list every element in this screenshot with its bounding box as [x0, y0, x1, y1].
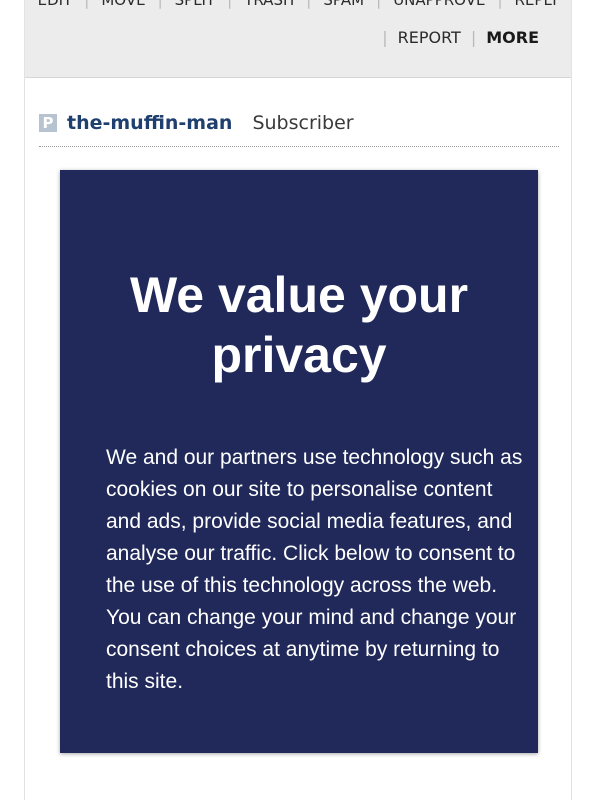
trash-link[interactable]: TRASH: [232, 0, 306, 9]
privacy-dialog-body: We and our partners use technology such …: [106, 446, 523, 693]
author-role: Subscriber: [252, 112, 354, 134]
separator: |: [470, 28, 477, 47]
report-link[interactable]: REPORT: [398, 28, 461, 47]
more-link[interactable]: MORE: [486, 28, 539, 47]
comment-author: P the-muffin-man Subscriber: [39, 112, 559, 147]
comment-actions-toolbar: EDIT | MOVE | SPLIT | TRASH | SPAM | UNA…: [25, 0, 571, 78]
reply-link[interactable]: REPLY: [503, 0, 571, 9]
unapprove-link[interactable]: UNAPPROVE: [381, 0, 497, 9]
spam-link[interactable]: SPAM: [311, 0, 376, 9]
user-avatar-icon: P: [39, 114, 57, 132]
separator: |: [382, 28, 388, 47]
comment-panel: EDIT | MOVE | SPLIT | TRASH | SPAM | UNA…: [24, 0, 572, 800]
move-link[interactable]: MOVE: [89, 0, 157, 9]
author-username-link[interactable]: the-muffin-man: [67, 112, 232, 134]
comment-actions-row-2: | REPORT | MORE: [382, 28, 539, 47]
comment-actions-row: EDIT | MOVE | SPLIT | TRASH | SPAM | UNA…: [25, 0, 571, 9]
edit-link[interactable]: EDIT: [26, 0, 85, 9]
privacy-consent-dialog: We value your privacy We and our partner…: [60, 170, 538, 753]
privacy-dialog-title: We value your privacy: [129, 267, 469, 383]
split-link[interactable]: SPLIT: [163, 0, 228, 9]
